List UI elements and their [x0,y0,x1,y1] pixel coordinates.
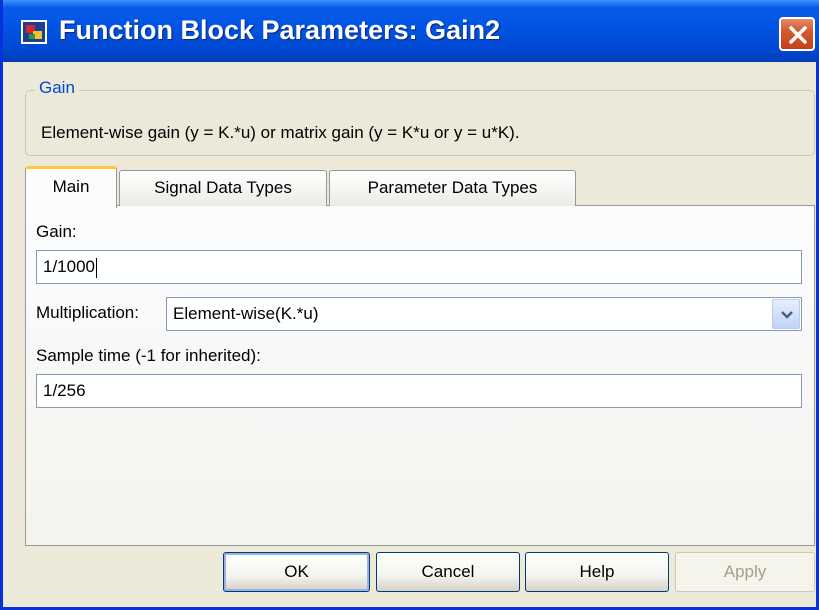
multiplication-select[interactable]: Element-wise(K.*u) [166,297,802,331]
cancel-button[interactable]: Cancel [376,552,520,592]
gain-label: Gain: [36,222,77,241]
gain-input[interactable]: 1/1000 [36,250,802,284]
simulink-block-icon [21,20,47,44]
block-description: Element-wise gain (y = K.*u) or matrix g… [41,123,520,142]
ok-button[interactable]: OK [223,552,370,592]
window-title: Function Block Parameters: Gain2 [59,15,501,45]
multiplication-selected-value: Element-wise(K.*u) [173,304,319,323]
sample-time-input[interactable]: 1/256 [36,374,802,408]
text-caret [96,257,97,278]
close-icon [789,26,807,44]
dropdown-button[interactable] [772,299,800,329]
tab-signal-data-types[interactable]: Signal Data Types [119,170,327,206]
sample-time-label: Sample time (-1 for inherited): [36,346,261,365]
tab-parameter-data-types[interactable]: Parameter Data Types [329,170,576,206]
tab-main[interactable]: Main [25,166,117,208]
help-button[interactable]: Help [525,552,669,592]
multiplication-label: Multiplication: [36,303,139,322]
close-button[interactable] [779,17,815,51]
group-legend: Gain [35,78,79,98]
apply-button[interactable]: Apply [675,552,815,592]
dialog-window: Function Block Parameters: Gain2 Gain El… [0,0,819,610]
title-bar[interactable]: Function Block Parameters: Gain2 [3,0,819,62]
gain-input-value: 1/1000 [43,257,95,276]
chevron-down-icon [781,311,793,319]
